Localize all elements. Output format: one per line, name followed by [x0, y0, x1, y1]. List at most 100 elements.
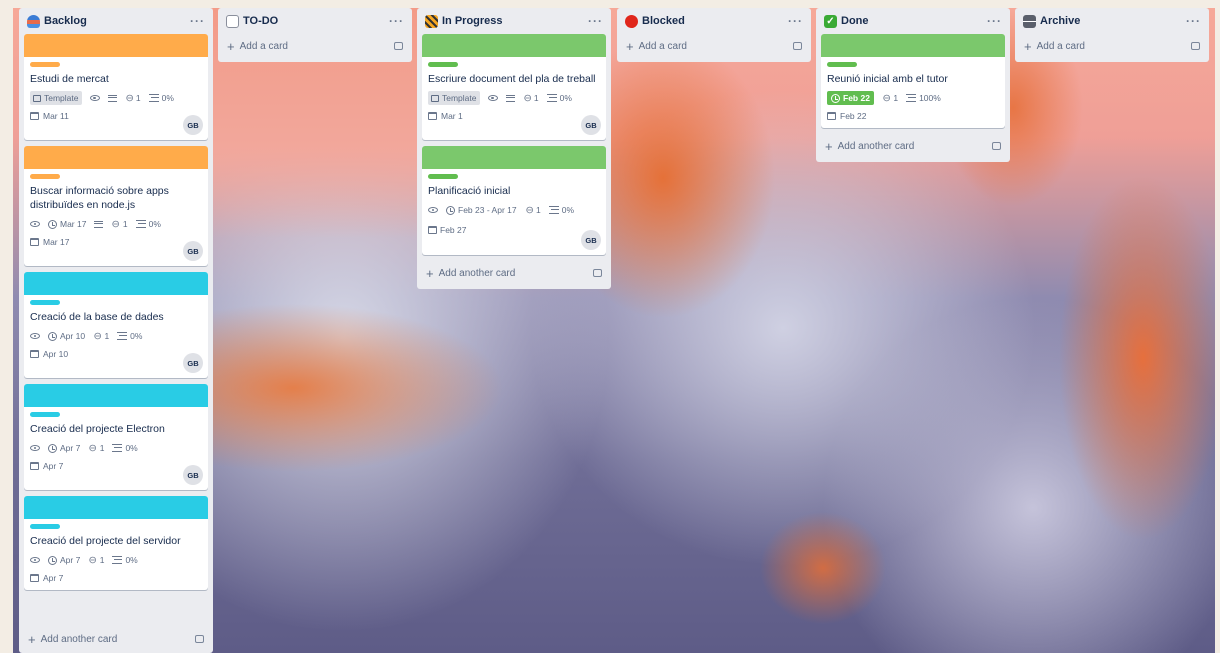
plus-icon: +	[825, 138, 833, 154]
card-label[interactable]	[827, 62, 857, 67]
more-icon[interactable]: ···	[588, 14, 603, 28]
plus-icon: +	[1024, 38, 1032, 54]
card-label[interactable]	[30, 300, 60, 305]
card-label[interactable]	[428, 62, 458, 67]
template-icon[interactable]	[1191, 42, 1200, 50]
list-title[interactable]: Backlog	[44, 15, 190, 27]
card-date: Feb 22	[827, 110, 999, 122]
checklist-icon	[148, 94, 159, 102]
attachments-badge: ⊘ 1	[521, 203, 541, 217]
calendar-icon	[30, 238, 39, 246]
list-archive: Archive ··· + Add a card	[1015, 8, 1209, 62]
avatar[interactable]: GB	[581, 230, 601, 250]
description-icon	[505, 94, 515, 102]
card-base-de-dades[interactable]: Creació de la base de dades Apr 10 ⊘ 1 0%…	[24, 272, 208, 378]
template-icon[interactable]	[394, 42, 403, 50]
list-title[interactable]: In Progress	[442, 15, 588, 27]
more-icon[interactable]: ···	[190, 14, 205, 28]
list-title[interactable]: Blocked	[642, 15, 788, 27]
memo-icon	[226, 14, 239, 28]
card-label[interactable]	[30, 524, 60, 529]
template-icon[interactable]	[593, 269, 602, 277]
paperclip-icon: ⊘	[90, 329, 105, 343]
list-header[interactable]: TO-DO ···	[223, 8, 407, 34]
card-estudi-de-mercat[interactable]: Estudi de mercat Template ⊘ 1 0% Mar 11 G…	[24, 34, 208, 140]
more-icon[interactable]: ···	[389, 14, 404, 28]
eye-icon	[89, 95, 100, 101]
avatar[interactable]: GB	[183, 465, 203, 485]
list-header[interactable]: Blocked ···	[622, 8, 806, 34]
template-icon[interactable]	[195, 635, 204, 643]
card-reunio-inicial[interactable]: Reunió inicial amb el tutor Feb 22 ⊘ 1 10…	[821, 34, 1005, 128]
description-badge	[505, 91, 515, 105]
card-projecte-servidor[interactable]: Creació del projecte del servidor Apr 7 …	[24, 496, 208, 590]
paperclip-icon: ⊘	[519, 91, 534, 105]
avatar[interactable]: GB	[183, 115, 203, 135]
list-header[interactable]: In Progress ···	[422, 8, 606, 34]
plus-icon: +	[28, 631, 36, 647]
check-box-icon: ✓	[824, 14, 837, 28]
watch-badge	[89, 91, 100, 105]
start-date-badge: Feb 27	[428, 223, 466, 237]
card-projecte-electron[interactable]: Creació del projecte Electron Apr 7 ⊘ 1 0…	[24, 384, 208, 490]
checklist-icon	[117, 332, 128, 340]
calendar-icon	[30, 112, 39, 120]
clock-icon	[831, 93, 840, 103]
checklist-badge: 0%	[112, 441, 138, 455]
watch-badge	[30, 329, 40, 343]
list-title[interactable]: Archive	[1040, 15, 1186, 27]
paperclip-icon: ⊘	[85, 441, 100, 455]
card-cover	[422, 34, 606, 57]
plus-icon: +	[626, 38, 634, 54]
eye-icon	[30, 557, 40, 563]
checklist-badge: 0%	[135, 217, 161, 231]
calendar-icon	[30, 574, 39, 582]
list-header[interactable]: ✓ Done ···	[821, 8, 1005, 34]
add-another-card-button[interactable]: + Add another card	[422, 261, 606, 285]
avatar[interactable]: GB	[581, 115, 601, 135]
add-another-card-button[interactable]: + Add another card	[821, 134, 1005, 158]
eye-icon	[487, 95, 498, 101]
add-card-button[interactable]: + Add a card	[622, 34, 806, 58]
card-date: Apr 10	[30, 348, 202, 360]
checklist-badge: 0%	[112, 553, 138, 567]
due-complete-badge[interactable]: Feb 22	[827, 91, 874, 105]
add-card-button[interactable]: + Add a card	[223, 34, 407, 58]
add-another-card-button[interactable]: + Add another card	[24, 627, 208, 651]
card-planificacio-inicial[interactable]: Planificació inicial Feb 23 - Apr 17 ⊘ 1 …	[422, 146, 606, 255]
card-title: Creació del projecte Electron	[30, 423, 165, 435]
board-background: Backlog ··· Estudi de mercat Template ⊘ 1…	[13, 8, 1215, 653]
template-icon[interactable]	[793, 42, 802, 50]
watch-badge	[487, 91, 498, 105]
card-pla-de-treball[interactable]: Escriure document del pla de treball Tem…	[422, 34, 606, 140]
add-card-button[interactable]: + Add a card	[1020, 34, 1204, 58]
attachments-badge: ⊘ 1	[519, 91, 539, 105]
card-cover	[24, 146, 208, 169]
list-header[interactable]: Backlog ···	[24, 8, 208, 34]
more-icon[interactable]: ···	[788, 14, 803, 28]
list-title[interactable]: TO-DO	[243, 15, 389, 27]
card-list: Estudi de mercat Template ⊘ 1 0% Mar 11 G…	[24, 34, 208, 625]
checklist-icon	[906, 94, 917, 102]
card-title: Creació del projecte del servidor	[30, 535, 181, 547]
avatar[interactable]: GB	[183, 241, 203, 261]
list-header[interactable]: Archive ···	[1020, 8, 1204, 34]
card-buscar-informacio[interactable]: Buscar informació sobre apps distribuïde…	[24, 146, 208, 266]
card-label[interactable]	[428, 174, 458, 179]
card-label[interactable]	[30, 174, 60, 179]
attachments-badge: ⊘ 1	[85, 553, 105, 567]
more-icon[interactable]: ···	[1186, 14, 1201, 28]
watch-badge	[30, 441, 40, 455]
card-label[interactable]	[30, 412, 60, 417]
description-icon	[107, 94, 117, 102]
card-label[interactable]	[30, 62, 60, 67]
template-icon[interactable]	[992, 142, 1001, 150]
avatar[interactable]: GB	[183, 353, 203, 373]
card-title: Creació de la base de dades	[30, 311, 164, 323]
more-icon[interactable]: ···	[987, 14, 1002, 28]
card-title: Estudi de mercat	[30, 73, 109, 85]
card-title: Planificació inicial	[428, 185, 511, 197]
card-title: Reunió inicial amb el tutor	[827, 73, 948, 85]
checklist-icon	[546, 94, 557, 102]
list-title[interactable]: Done	[841, 15, 987, 27]
